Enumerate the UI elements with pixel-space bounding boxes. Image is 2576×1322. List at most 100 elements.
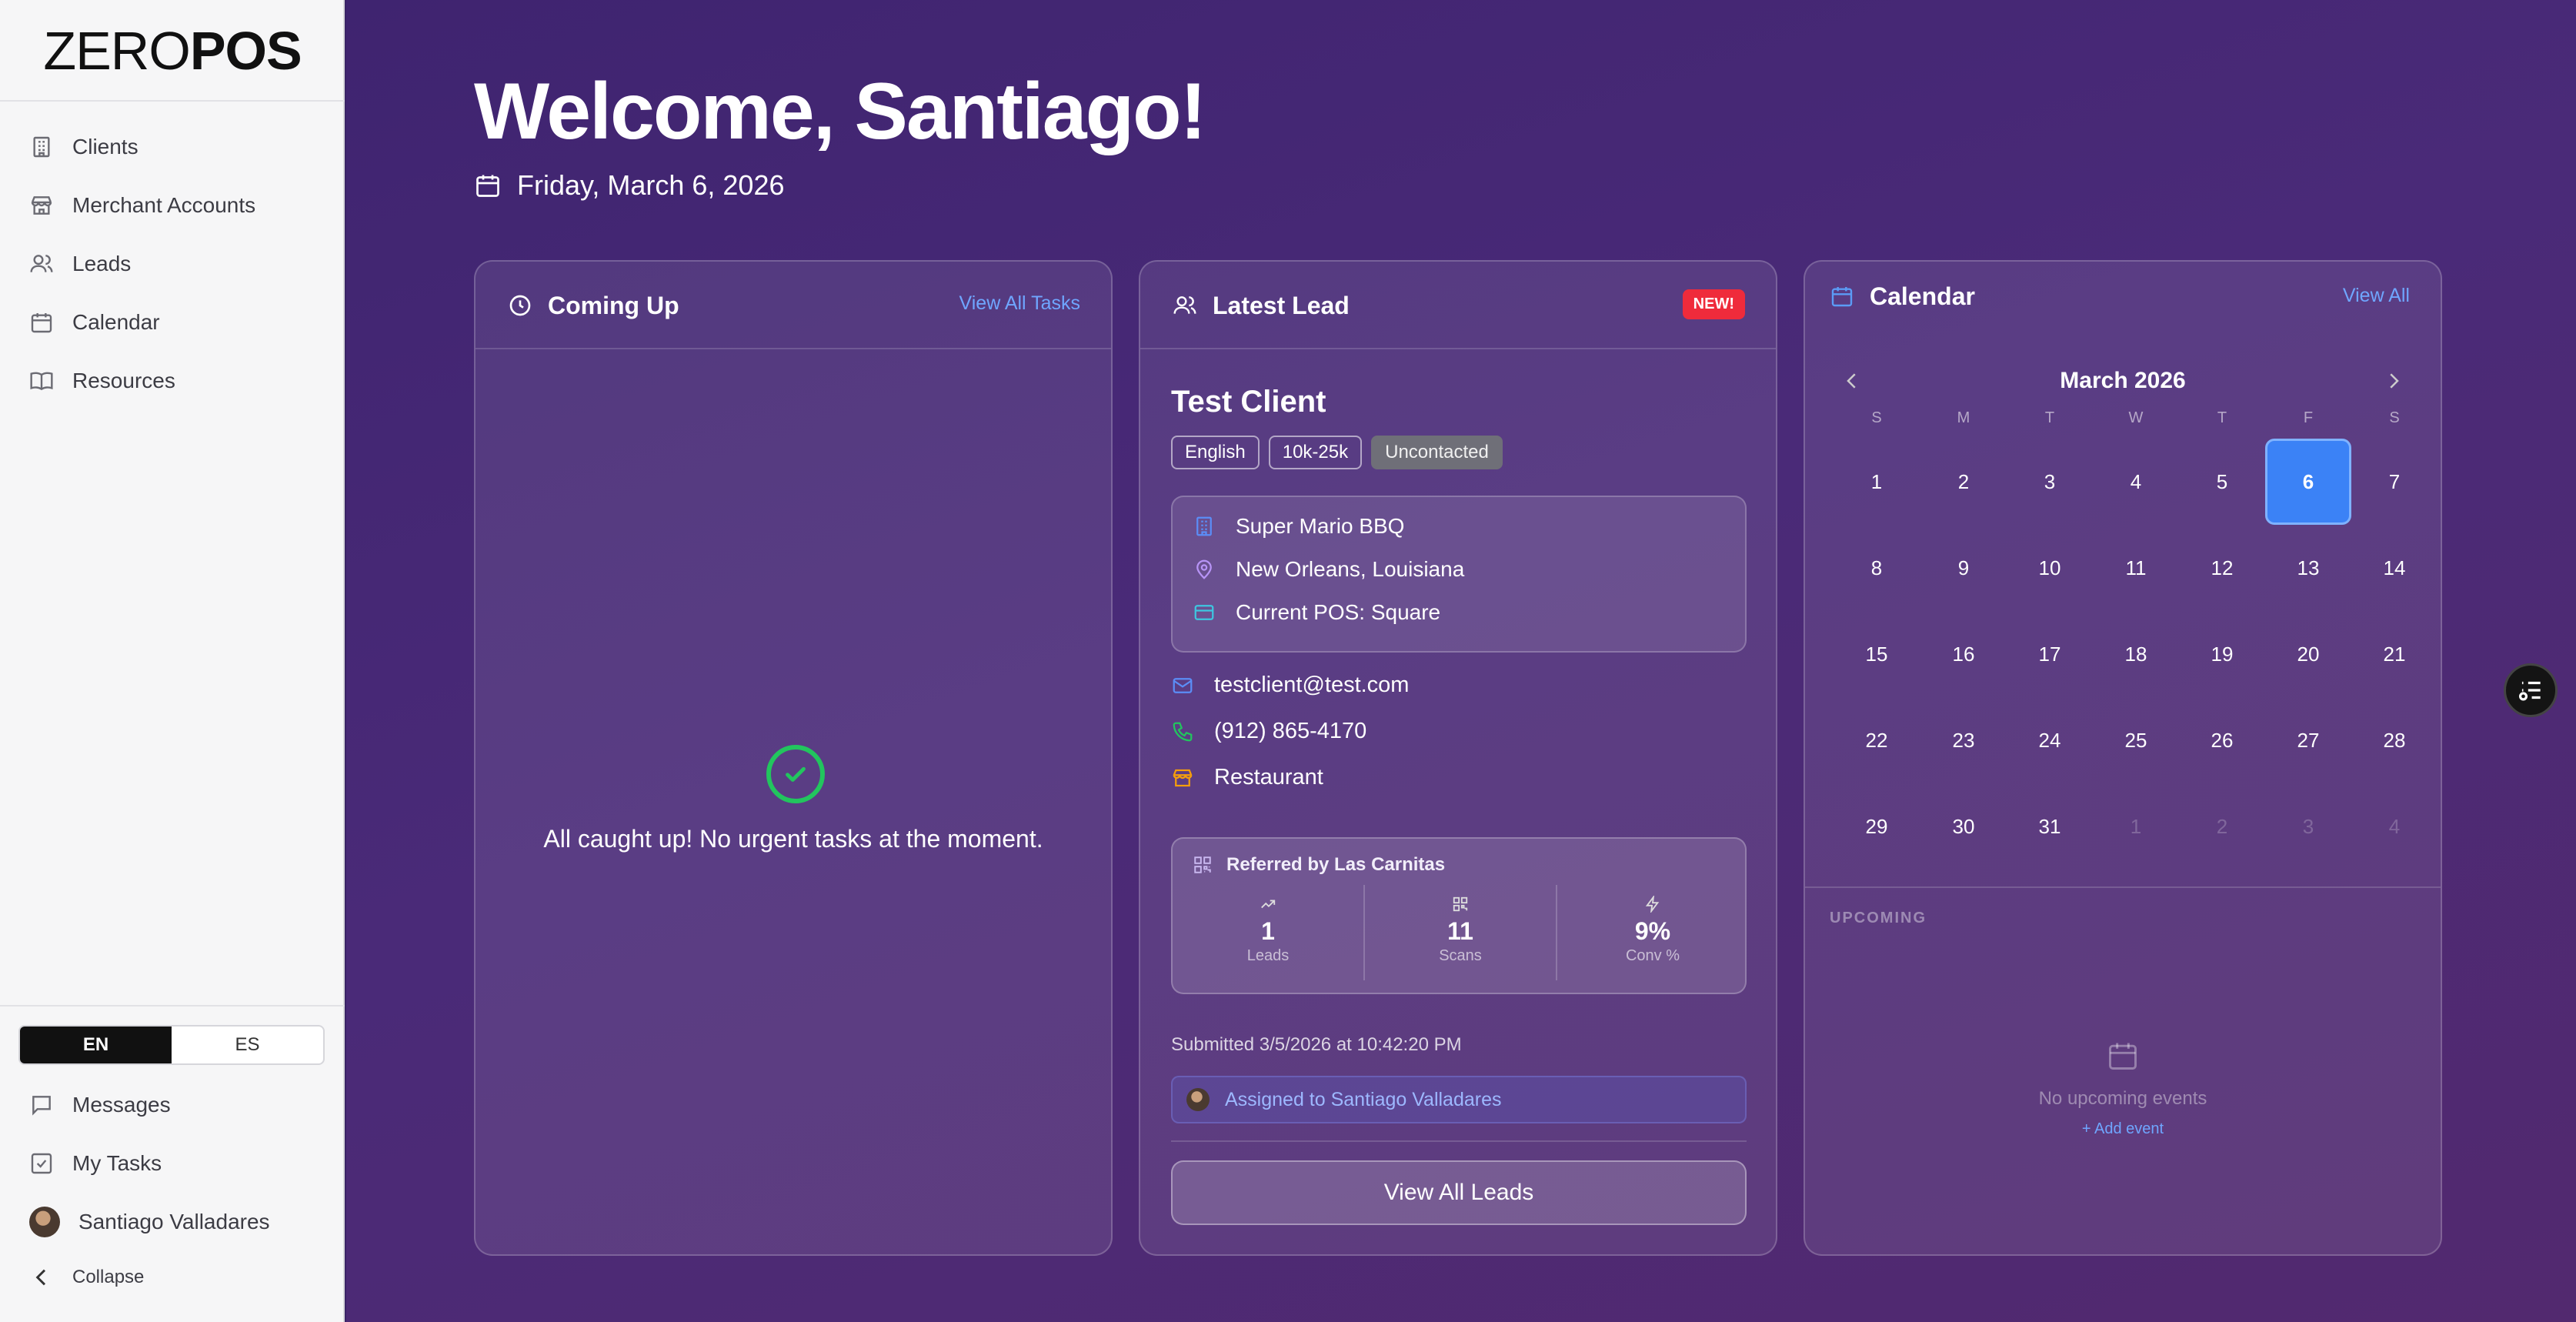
sidebar-item-my-tasks[interactable]: My Tasks	[29, 1140, 322, 1187]
clock-icon	[509, 295, 531, 316]
calendar-day[interactable]: 7	[2351, 439, 2438, 525]
calendar-day[interactable]: 31	[2007, 783, 2093, 870]
language-toggle: EN ES	[18, 1025, 325, 1065]
task-list-icon	[2518, 681, 2541, 701]
calendar-day[interactable]: 8	[1834, 525, 1920, 611]
calendar-day[interactable]: 5	[2179, 439, 2265, 525]
calendar-day[interactable]: 30	[1920, 783, 2007, 870]
calendar-day[interactable]: 3	[2007, 439, 2093, 525]
collapse-button[interactable]: Collapse	[29, 1254, 322, 1300]
assigned-banner[interactable]: Assigned to Santiago Valladares	[1171, 1076, 1747, 1123]
calendar-day[interactable]: 10	[2007, 525, 2093, 611]
email-row[interactable]: testclient@test.com	[1171, 673, 1409, 698]
users-icon	[30, 255, 53, 272]
lightning-icon	[1645, 896, 1660, 913]
collapse-label: Collapse	[72, 1267, 145, 1287]
calendar-day[interactable]: 21	[2351, 611, 2438, 697]
calendar-day[interactable]: 4	[2093, 439, 2179, 525]
calendar-day[interactable]: 23	[1920, 697, 2007, 783]
sidebar-item-label: Clients	[72, 135, 138, 159]
floating-action-button[interactable]	[2504, 663, 2558, 717]
submitted-timestamp: Submitted 3/5/2026 at 10:42:20 PM	[1171, 1034, 1462, 1055]
calendar-day[interactable]: 2	[1920, 439, 2007, 525]
lead-name[interactable]: Test Client	[1171, 385, 1326, 419]
sidebar-item-label: My Tasks	[72, 1151, 162, 1175]
stat-label: Leads	[1246, 947, 1290, 964]
qr-code-icon	[1453, 896, 1468, 912]
calendar-day[interactable]: 28	[2351, 697, 2438, 783]
calendar-day[interactable]: 29	[1834, 783, 1920, 870]
referral-title: Referred by Las Carnitas	[1193, 854, 1445, 876]
calendar-day[interactable]: 22	[1834, 697, 1920, 783]
card-header: Coming Up View All Tasks	[475, 262, 1111, 349]
sidebar-item-messages[interactable]: Messages	[29, 1082, 322, 1128]
calendar-day-next-month[interactable]: 2	[2179, 783, 2265, 870]
phone-row[interactable]: (912) 865-4170	[1171, 719, 1366, 744]
calendar-icon	[476, 175, 499, 197]
calendar-day[interactable]: 13	[2265, 525, 2351, 611]
location-row: New Orleans, Louisiana	[1193, 557, 1464, 582]
stat-value: 1	[1261, 917, 1275, 945]
referral-title-text: Referred by Las Carnitas	[1226, 854, 1446, 875]
sidebar-divider	[0, 100, 345, 102]
calendar-day-next-month[interactable]: 3	[2265, 783, 2351, 870]
avatar	[1186, 1088, 1210, 1111]
new-badge: NEW!	[1682, 289, 1745, 319]
sidebar-item-leads[interactable]: Leads	[29, 241, 322, 287]
chevron-right-icon[interactable]	[2382, 369, 2405, 392]
stat-label: Conv %	[1625, 947, 1680, 964]
store-icon	[31, 196, 52, 215]
calendar-day[interactable]: 18	[2093, 611, 2179, 697]
page-title: Welcome, Santiago!	[474, 67, 1206, 156]
calendar-day-next-month[interactable]: 1	[2093, 783, 2179, 870]
credit-card-icon	[1194, 605, 1214, 620]
calendar-day[interactable]: 19	[2179, 611, 2265, 697]
calendar-day[interactable]: 1	[1834, 439, 1920, 525]
add-event-link[interactable]: + Add event	[1805, 1120, 2441, 1138]
sidebar-item-merchant-accounts[interactable]: Merchant Accounts	[29, 182, 322, 229]
sidebar-item-clients[interactable]: Clients	[29, 124, 322, 170]
calendar-day[interactable]: 11	[2093, 525, 2179, 611]
sidebar-item-label: Merchant Accounts	[72, 193, 256, 217]
calendar-card: Calendar View All March 2026 SMTWTFS1234…	[1804, 260, 2442, 1256]
view-all-leads-button[interactable]: View All Leads	[1171, 1160, 1747, 1225]
calendar-day[interactable]: 24	[2007, 697, 2093, 783]
lang-es-button[interactable]: ES	[172, 1027, 323, 1063]
stat-leads: 1 Leads	[1173, 896, 1363, 965]
current-date: Friday, March 6, 2026	[474, 169, 784, 202]
avatar	[29, 1207, 60, 1237]
phone-icon	[1173, 722, 1193, 741]
calendar-day-next-month[interactable]: 4	[2351, 783, 2438, 870]
calendar-day[interactable]: 16	[1920, 611, 2007, 697]
brand-logo[interactable]: ZEROPOS	[0, 22, 345, 80]
calendar-day[interactable]: 25	[2093, 697, 2179, 783]
calendar-day[interactable]: 14	[2351, 525, 2438, 611]
sidebar-item-label: Messages	[72, 1093, 171, 1117]
calendar-day[interactable]: 27	[2265, 697, 2351, 783]
view-all-tasks-link[interactable]: View All Tasks	[959, 292, 1080, 315]
check-icon	[766, 745, 825, 803]
weekday-label: T	[2044, 409, 2055, 426]
card-title-text: Coming Up	[548, 291, 679, 319]
calendar-day[interactable]: 26	[2179, 697, 2265, 783]
location-text: New Orleans, Louisiana	[1236, 557, 1465, 581]
calendar-day[interactable]: 12	[2179, 525, 2265, 611]
calendar-day[interactable]: 15	[1834, 611, 1920, 697]
calendar-icon	[1831, 287, 1853, 307]
sidebar-item-resources[interactable]: Resources	[29, 358, 322, 404]
calendar-day[interactable]: 6	[2265, 439, 2351, 525]
calendar-day[interactable]: 20	[2265, 611, 2351, 697]
calendar-day[interactable]: 9	[1920, 525, 2007, 611]
weekday-label: T	[2217, 409, 2227, 426]
divider	[1805, 886, 2441, 888]
checkbox-icon	[31, 1153, 52, 1174]
sidebar-item-calendar[interactable]: Calendar	[29, 299, 322, 346]
view-all-calendar-link[interactable]: View All	[2343, 285, 2410, 307]
calendar-day[interactable]: 17	[2007, 611, 2093, 697]
sidebar-user-profile[interactable]: Santiago Valladares	[29, 1199, 322, 1245]
sidebar-item-label: Leads	[72, 252, 132, 275]
category-row: Restaurant	[1171, 765, 1323, 790]
lang-en-button[interactable]: EN	[20, 1027, 172, 1063]
status-badge: Uncontacted	[1371, 436, 1503, 469]
weekday-label: S	[2389, 409, 2400, 426]
